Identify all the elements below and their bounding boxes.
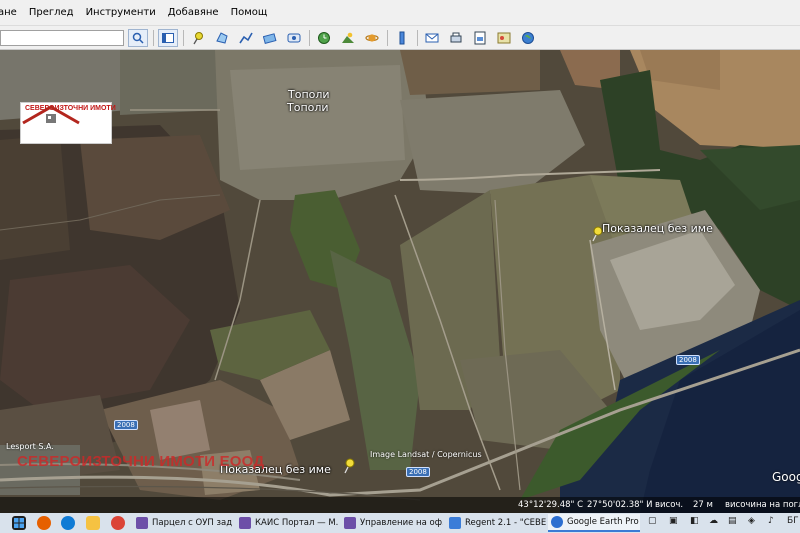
map-view[interactable]: СЕВЕРОИЗТОЧНИ ИМОТИ Тополи Тополи Показа… xyxy=(0,50,800,513)
sidebar-icon xyxy=(162,32,174,43)
house-icon xyxy=(22,105,80,125)
image-overlay-icon xyxy=(263,32,277,44)
tray-icon-6[interactable]: ◈ xyxy=(748,516,755,526)
menu-tools[interactable]: Инструменти xyxy=(80,7,162,18)
email-icon xyxy=(425,33,439,42)
language-indicator[interactable]: БГ xyxy=(787,516,799,526)
task-label: Управление на оф... xyxy=(360,518,443,528)
placemark-label[interactable]: Показалец без име xyxy=(602,222,713,235)
toolbar-separator xyxy=(309,29,310,46)
save-image-button[interactable] xyxy=(470,29,490,47)
historical-imagery-button[interactable] xyxy=(314,29,334,47)
add-placemark-button[interactable] xyxy=(188,29,208,47)
sunlight-icon xyxy=(342,32,354,43)
polygon-icon xyxy=(216,31,228,44)
search-input[interactable] xyxy=(0,29,124,46)
tray-icon-4[interactable]: ☁ xyxy=(709,516,718,526)
elevation-label: височ. xyxy=(655,500,684,510)
print-icon xyxy=(450,32,462,42)
path-icon xyxy=(239,32,253,43)
earth-gallery-button[interactable] xyxy=(518,29,538,47)
tray-icon-1[interactable]: ▢ xyxy=(648,516,657,526)
taskbar-item-management[interactable]: Управление на оф... xyxy=(341,514,443,532)
menu-view[interactable]: Преглед xyxy=(23,7,80,18)
menu-edit[interactable]: ане xyxy=(0,7,23,18)
search-icon xyxy=(132,32,144,44)
toolbar-separator xyxy=(183,29,184,46)
sidebar-toggle-button[interactable] xyxy=(158,28,178,47)
taskbar: Парцел с ОУП зад ... КАИС Портал — М... … xyxy=(0,513,800,533)
toolbar-separator xyxy=(387,29,388,46)
longitude-readout: 27°50'02.38" И xyxy=(587,500,653,510)
business-label: Lesport S.A. xyxy=(6,442,54,451)
planet-icon xyxy=(365,33,379,42)
google-logo: Google xyxy=(772,470,800,484)
latitude-readout: 43°12'29.48" С xyxy=(518,500,584,510)
sunlight-button[interactable] xyxy=(338,29,358,47)
ruler-button[interactable] xyxy=(392,29,412,47)
browser-tab-icon xyxy=(239,517,251,529)
tray-icon-3[interactable]: ◧ xyxy=(690,516,699,526)
record-tour-button[interactable] xyxy=(284,29,304,47)
browser-tab-icon xyxy=(136,517,148,529)
place-label: Тополи xyxy=(288,88,330,101)
google-earth-icon xyxy=(551,516,563,528)
status-bar: 43°12'29.48" С 27°50'02.38" И височ. 27 … xyxy=(0,497,800,513)
clock-icon xyxy=(318,31,330,44)
toolbar-separator xyxy=(153,29,154,46)
road-shield: 2008 xyxy=(114,420,138,430)
road-shield: 2008 xyxy=(676,355,700,365)
taskbar-item-parcel[interactable]: Парцел с ОУП зад ... xyxy=(133,514,233,532)
toolbar-separator xyxy=(417,29,418,46)
file-explorer-icon[interactable] xyxy=(86,516,100,530)
record-tour-icon xyxy=(287,33,301,42)
taskbar-item-google-earth[interactable]: Google Earth Pro xyxy=(548,514,640,532)
start-icon[interactable] xyxy=(12,516,26,530)
windows-icon xyxy=(14,518,24,528)
eye-altitude-label: височина на погле xyxy=(725,500,800,510)
menu-bar: ане Преглед Инструменти Добавяне Помощ xyxy=(0,0,800,26)
search-button[interactable] xyxy=(128,28,148,47)
imagery-credit: Image Landsat / Copernicus xyxy=(370,450,482,459)
watermark: СЕВЕРОИЗТОЧНИ ИМОТИ ЕООД xyxy=(17,453,265,470)
elevation-value: 27 м xyxy=(693,500,713,510)
google-earth-window: ане Преглед Инструменти Добавяне Помощ С… xyxy=(0,0,800,533)
edge-icon[interactable] xyxy=(61,516,75,530)
taskbar-item-kais[interactable]: КАИС Портал — М... xyxy=(236,514,338,532)
tray-icon-2[interactable]: ▣ xyxy=(669,516,678,526)
browser-tab-icon xyxy=(344,517,356,529)
menu-help[interactable]: Помощ xyxy=(225,7,274,18)
firefox-icon[interactable] xyxy=(37,516,51,530)
pushpin-icon xyxy=(193,31,203,44)
chrome-icon[interactable] xyxy=(111,516,125,530)
tray-icon-5[interactable]: ▤ xyxy=(728,516,737,526)
tray-icon-7[interactable]: ♪ xyxy=(768,516,774,526)
add-path-button[interactable] xyxy=(236,29,256,47)
task-label: Google Earth Pro xyxy=(567,517,639,527)
regent-app-icon xyxy=(449,517,461,529)
save-image-icon xyxy=(474,31,486,44)
earth-icon xyxy=(522,31,534,44)
add-polygon-button[interactable] xyxy=(212,29,232,47)
menu-add[interactable]: Добавяне xyxy=(162,7,225,18)
switch-planets-button[interactable] xyxy=(362,29,382,47)
maps-icon xyxy=(497,32,511,43)
task-label: Парцел с ОУП зад ... xyxy=(152,518,233,528)
view-in-maps-button[interactable] xyxy=(494,29,514,47)
satellite-imagery xyxy=(0,50,800,513)
place-label: Тополи xyxy=(287,101,329,114)
image-overlay-button[interactable] xyxy=(260,29,280,47)
email-button[interactable] xyxy=(422,29,442,47)
road-shield: 2008 xyxy=(406,467,430,477)
task-label: Regent 2.1 - "СЕВЕ... xyxy=(465,518,546,528)
logo: СЕВЕРОИЗТОЧНИ ИМОТИ xyxy=(20,102,116,144)
taskbar-item-regent[interactable]: Regent 2.1 - "СЕВЕ... xyxy=(446,514,546,532)
task-label: КАИС Портал — М... xyxy=(255,518,338,528)
toolbar xyxy=(0,26,800,50)
ruler-icon xyxy=(399,31,405,44)
print-button[interactable] xyxy=(446,29,466,47)
pushpin-icon[interactable] xyxy=(342,458,356,474)
